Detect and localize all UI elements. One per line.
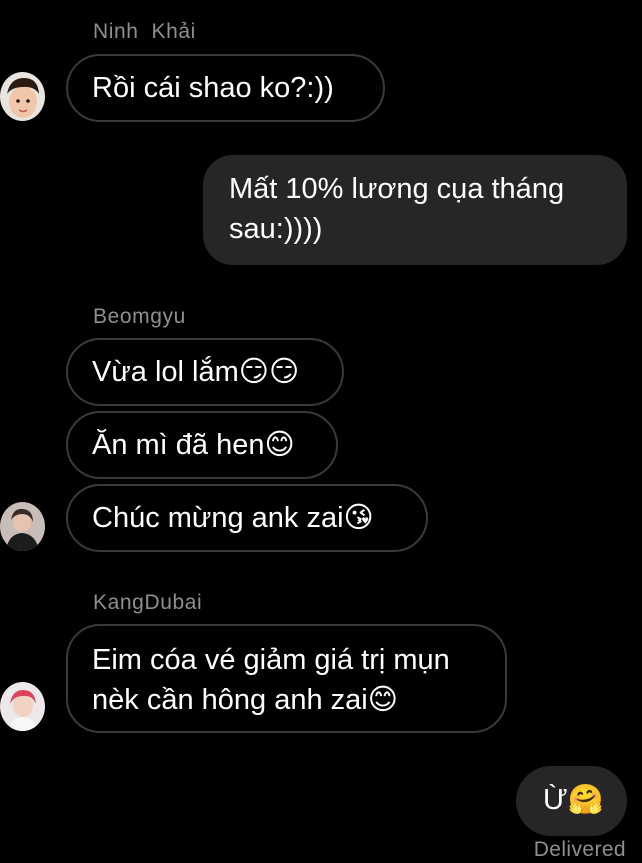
message-text: Vừa lol lắm😏😏 [92,356,300,388]
message-text: Eim cóa vé giảm giá trị mụn nèk cần hông… [92,644,450,716]
ninh-khai-avatar[interactable] [0,72,45,121]
sender-name-ninh-khai: Ninh Khải [93,20,196,43]
message-bubble[interactable]: Rồi cái shao ko?:)) [66,54,385,122]
chat-thread: Ninh Khải Rồi cái shao ko?:)) Mất 10% lư… [0,0,642,863]
outgoing-message-bubble[interactable]: Ừ🤗 [516,766,627,836]
message-text: Ăn mì đã hen😊 [92,429,295,461]
kangdubai-avatar[interactable] [0,682,45,731]
sender-name-kangdubai: KangDubai [93,591,203,614]
message-text: Ừ🤗 [543,784,604,816]
outgoing-message-bubble[interactable]: Mất 10% lương cụa tháng sau:)))) [203,155,627,265]
sender-name-beomgyu: Beomgyu [93,305,186,328]
message-bubble[interactable]: Chúc mừng ank zai😘 [66,484,428,552]
message-bubble[interactable]: Ăn mì đã hen😊 [66,411,338,479]
message-bubble[interactable]: Eim cóa vé giảm giá trị mụn nèk cần hông… [66,624,507,733]
beomgyu-avatar[interactable] [0,502,45,551]
message-bubble[interactable]: Vừa lol lắm😏😏 [66,338,344,406]
message-text: Rồi cái shao ko?:)) [92,72,334,104]
delivered-status: Delivered [533,838,626,861]
message-text: Mất 10% lương cụa tháng sau:)))) [229,173,565,245]
message-text: Chúc mừng ank zai😘 [92,502,374,534]
